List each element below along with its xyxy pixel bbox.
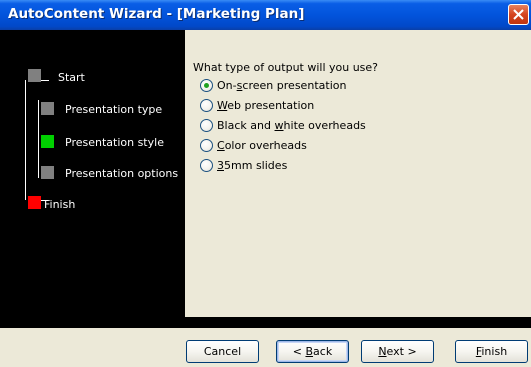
step-label-presentation-type: Presentation type	[65, 103, 163, 116]
step-label-start: Start	[58, 71, 85, 84]
title-bar[interactable]: AutoContent Wizard - [Marketing Plan]	[0, 0, 531, 30]
wizard-window: AutoContent Wizard - [Marketing Plan] St…	[0, 0, 531, 367]
cancel-button[interactable]: Cancel	[186, 340, 259, 363]
step-marker-finish	[28, 196, 41, 209]
radio-button[interactable]	[200, 99, 213, 112]
radio-button[interactable]	[200, 139, 213, 152]
step-marker-presentation-type	[41, 102, 54, 115]
output-type-question: What type of output will you use?	[193, 61, 379, 74]
back-button[interactable]: < Back	[276, 340, 349, 363]
step-marker-presentation-style	[41, 135, 54, 148]
close-button[interactable]	[508, 4, 529, 25]
step-marker-presentation-options	[41, 166, 54, 179]
step-label-finish: Finish	[44, 198, 76, 211]
option-label: On-screen presentation	[217, 79, 347, 92]
option-label: Color overheads	[217, 139, 307, 152]
close-icon	[513, 9, 524, 20]
finish-button[interactable]: Finish	[455, 340, 528, 363]
option-label: Black and white overheads	[217, 119, 366, 132]
window-title: AutoContent Wizard - [Marketing Plan]	[8, 6, 305, 22]
button-bar	[0, 328, 531, 367]
divider-strip	[0, 317, 531, 328]
next-button[interactable]: Next >	[361, 340, 434, 363]
step-connector-start-tick	[41, 80, 49, 81]
step-connector-outer	[25, 80, 26, 200]
step-label-presentation-style: Presentation style	[65, 136, 164, 149]
radio-button[interactable]	[200, 119, 213, 132]
step-label-presentation-options: Presentation options	[65, 167, 179, 180]
radio-button[interactable]	[200, 159, 213, 172]
step-marker-start	[28, 69, 41, 82]
radio-button[interactable]	[200, 79, 213, 92]
step-connector-inner	[38, 100, 39, 178]
option-label: Web presentation	[217, 99, 315, 112]
option-label: 35mm slides	[217, 159, 288, 172]
edge-mark	[5, 148, 7, 156]
radio-selected-dot	[204, 83, 209, 88]
